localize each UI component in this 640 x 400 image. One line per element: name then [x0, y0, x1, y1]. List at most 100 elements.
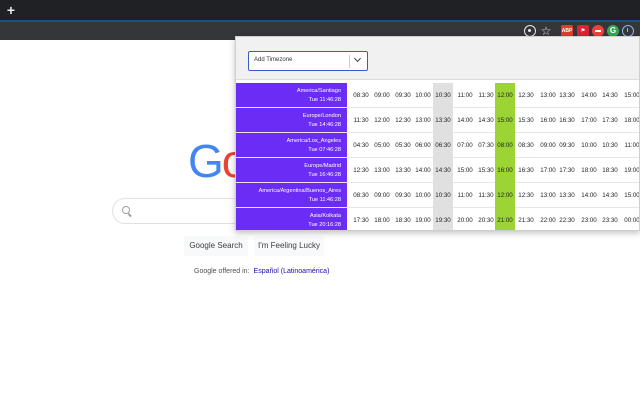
hour-cell[interactable]: 10:00: [579, 133, 599, 158]
hour-cell[interactable]: 20:30: [476, 208, 496, 230]
google-search-button[interactable]: Google Search: [184, 236, 248, 256]
add-timezone-placeholder: Add Timezone: [254, 57, 293, 63]
hour-cell[interactable]: 13:00: [538, 83, 558, 108]
hour-cell-current[interactable]: 14:30: [433, 158, 453, 183]
hour-cell[interactable]: 13:00: [372, 158, 392, 183]
hour-cell[interactable]: 17:00: [538, 158, 558, 183]
timezone-label[interactable]: Europe/Madrid Tue 16:46:28: [236, 158, 347, 182]
hour-cell[interactable]: 17:30: [351, 208, 371, 230]
hour-cell[interactable]: 18:00: [372, 208, 392, 230]
hour-cell[interactable]: 09:30: [393, 183, 413, 208]
hour-cell[interactable]: 18:00: [622, 108, 639, 133]
hour-cell[interactable]: 06:00: [413, 133, 433, 158]
hour-cell[interactable]: 07:30: [476, 133, 496, 158]
hour-cell[interactable]: 00:00: [622, 208, 639, 230]
timezone-label[interactable]: Europe/London Tue 14:46:28: [236, 108, 347, 132]
timezone-label[interactable]: America/Santiago Tue 11:46:28: [236, 83, 347, 107]
hour-cell[interactable]: 14:30: [476, 108, 496, 133]
hour-cell[interactable]: 18:00: [579, 158, 599, 183]
timezone-name: America/Los_Angeles: [286, 138, 341, 144]
hour-cell-selected[interactable]: 21:00: [495, 208, 515, 230]
hour-cell[interactable]: 15:00: [622, 183, 639, 208]
hour-cell[interactable]: 13:30: [557, 83, 577, 108]
hour-cell[interactable]: 07:00: [455, 133, 475, 158]
hour-cell[interactable]: 18:30: [600, 158, 620, 183]
hour-cell[interactable]: 12:30: [393, 108, 413, 133]
hour-cell[interactable]: 10:00: [413, 183, 433, 208]
hour-cell-current[interactable]: 13:30: [433, 108, 453, 133]
hour-cell[interactable]: 20:00: [455, 208, 475, 230]
timezone-rows: America/Santiago Tue 11:46:28 08:30 09:00 09…: [236, 83, 639, 230]
hour-cell[interactable]: 11:30: [476, 183, 496, 208]
hour-cell[interactable]: 23:30: [600, 208, 620, 230]
hour-cell[interactable]: 15:30: [476, 158, 496, 183]
hour-cell[interactable]: 11:00: [622, 133, 639, 158]
hour-cell[interactable]: 13:30: [557, 183, 577, 208]
chevron-down-icon[interactable]: [353, 54, 362, 63]
hour-cell[interactable]: 08:30: [351, 183, 371, 208]
hour-cell[interactable]: 09:30: [393, 83, 413, 108]
hour-cell[interactable]: 13:00: [538, 183, 558, 208]
hour-cell-selected[interactable]: 15:00: [495, 108, 515, 133]
hour-cell[interactable]: 14:00: [579, 183, 599, 208]
hour-cell[interactable]: 05:30: [393, 133, 413, 158]
hour-cell[interactable]: 14:30: [600, 83, 620, 108]
hour-cell[interactable]: 17:30: [557, 158, 577, 183]
hour-cell[interactable]: 09:00: [372, 83, 392, 108]
hour-cell[interactable]: 12:30: [516, 83, 536, 108]
hour-cell[interactable]: 08:30: [351, 83, 371, 108]
language-link[interactable]: Español (Latinoamérica): [254, 268, 330, 275]
hour-cell[interactable]: 16:30: [516, 158, 536, 183]
hour-cell[interactable]: 11:00: [455, 183, 475, 208]
hour-cell[interactable]: 22:00: [538, 208, 558, 230]
hour-cell-current[interactable]: 06:30: [433, 133, 453, 158]
hour-cell[interactable]: 14:00: [413, 158, 433, 183]
timezone-label[interactable]: America/Argentina/Buenos_Aires Tue 11:46:…: [236, 183, 347, 207]
hour-cell[interactable]: 09:00: [538, 133, 558, 158]
hour-cell[interactable]: 12:00: [372, 108, 392, 133]
hour-cell[interactable]: 13:30: [393, 158, 413, 183]
hour-cell[interactable]: 16:00: [538, 108, 558, 133]
hour-cell[interactable]: 09:30: [557, 133, 577, 158]
hour-cell[interactable]: 19:00: [622, 158, 639, 183]
hour-cell[interactable]: 14:00: [455, 108, 475, 133]
hour-cell[interactable]: 17:30: [600, 108, 620, 133]
hour-cell[interactable]: 11:00: [455, 83, 475, 108]
hour-cell[interactable]: 10:00: [413, 83, 433, 108]
hour-cell[interactable]: 04:30: [351, 133, 371, 158]
hour-cell-current[interactable]: 19:30: [433, 208, 453, 230]
hour-cell[interactable]: 18:30: [393, 208, 413, 230]
hour-cell-current[interactable]: 10:30: [433, 183, 453, 208]
hour-cell[interactable]: 08:30: [516, 133, 536, 158]
hour-cell[interactable]: 19:00: [413, 208, 433, 230]
timezone-current-time: Tue 14:46:28: [308, 122, 341, 128]
hour-cell[interactable]: 12:30: [351, 158, 371, 183]
hour-cell[interactable]: 22:30: [557, 208, 577, 230]
hour-cell[interactable]: 14:00: [579, 83, 599, 108]
hour-cell[interactable]: 12:30: [516, 183, 536, 208]
feeling-lucky-button[interactable]: I'm Feeling Lucky: [254, 236, 324, 256]
add-timezone-select[interactable]: Add Timezone: [248, 51, 368, 71]
hour-cell[interactable]: 09:00: [372, 183, 392, 208]
hour-cell[interactable]: 23:00: [579, 208, 599, 230]
new-tab-button[interactable]: +: [5, 2, 17, 18]
hour-cell[interactable]: 10:30: [600, 133, 620, 158]
hour-cell[interactable]: 13:00: [413, 108, 433, 133]
hour-cell-selected[interactable]: 12:00: [495, 83, 515, 108]
hour-cell[interactable]: 11:30: [476, 83, 496, 108]
hour-cell[interactable]: 21:30: [516, 208, 536, 230]
hour-cell-selected[interactable]: 08:00: [495, 133, 515, 158]
timezone-label[interactable]: Asia/Kolkata Tue 20:16:28: [236, 208, 347, 230]
timezone-label[interactable]: America/Los_Angeles Tue 07:46:28: [236, 133, 347, 157]
hour-cell[interactable]: 17:00: [579, 108, 599, 133]
hour-cell[interactable]: 14:30: [600, 183, 620, 208]
hour-cell[interactable]: 11:30: [351, 108, 371, 133]
hour-cell[interactable]: 05:00: [372, 133, 392, 158]
hour-cell-selected[interactable]: 12:00: [495, 183, 515, 208]
hour-cell[interactable]: 15:30: [516, 108, 536, 133]
hour-cell[interactable]: 16:30: [557, 108, 577, 133]
hour-cell-current[interactable]: 10:30: [433, 83, 453, 108]
hour-cell[interactable]: 15:00: [455, 158, 475, 183]
hour-cell[interactable]: 15:00: [622, 83, 639, 108]
hour-cell-selected[interactable]: 16:00: [495, 158, 515, 183]
